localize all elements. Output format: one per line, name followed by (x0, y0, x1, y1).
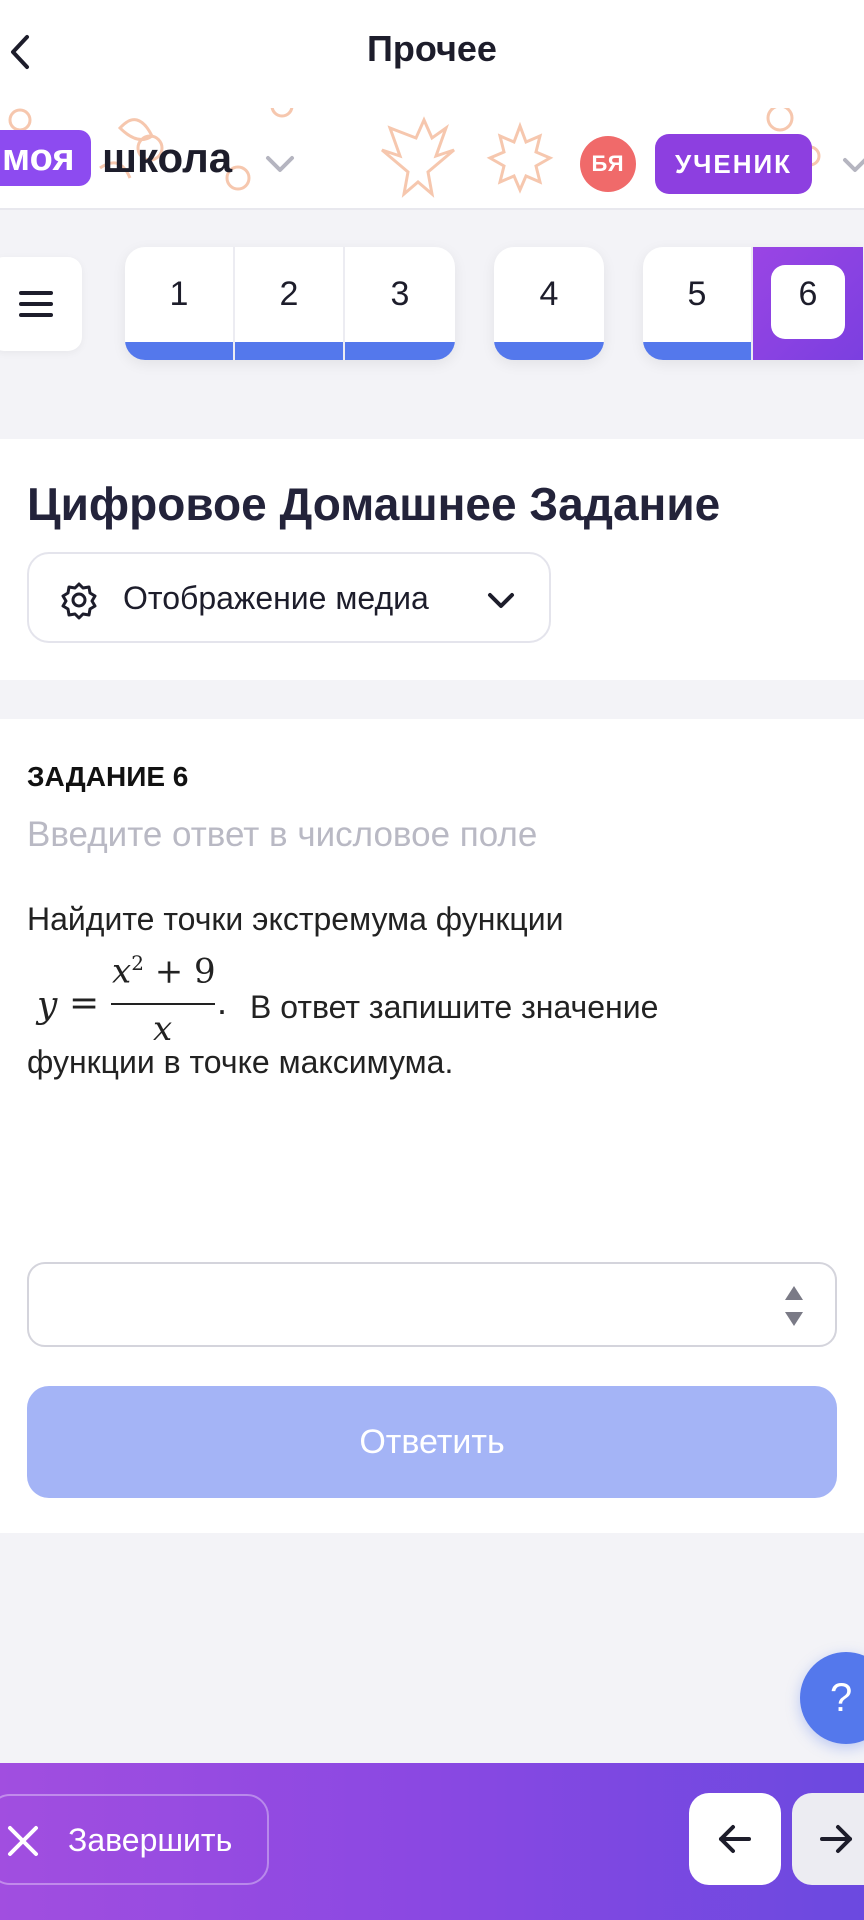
task-menu-button[interactable] (0, 257, 82, 351)
avatar[interactable]: БЯ (580, 136, 636, 192)
prev-task-button[interactable] (689, 1793, 781, 1885)
task-page-number: 5 (687, 275, 707, 313)
task-card: ЗАДАНИЕ 6 Введите ответ в числовое поле … (0, 719, 864, 1533)
brand-header: моя школа БЯ УЧЕНИК (0, 108, 864, 210)
media-display-label: Отображение медиа (123, 580, 429, 616)
task-page-4[interactable]: 4 (494, 247, 604, 360)
chevron-down-icon[interactable] (262, 150, 298, 180)
task-page-6[interactable]: 6 (753, 247, 863, 360)
task-page-number: 4 (539, 275, 559, 313)
arrow-right-icon (820, 1825, 852, 1853)
task-page-done-bar (494, 342, 604, 360)
formula-equals: = (69, 983, 100, 1024)
task-page-5[interactable]: 5 (643, 247, 753, 360)
formula-numerator-base: x (112, 951, 132, 992)
brand-logo-highlight: моя (0, 130, 91, 186)
task-hint: Введите ответ в числовое поле (27, 815, 538, 854)
help-button[interactable]: ? (800, 1652, 864, 1744)
task-page-done-bar (125, 342, 233, 360)
task-pager-group: 1 2 3 (125, 247, 455, 360)
formula-numerator-rest: + 9 (143, 951, 216, 992)
homework-card: Цифровое Домашнее Задание Отображение ме… (0, 439, 864, 680)
homework-title: Цифровое Домашнее Задание (27, 478, 721, 530)
formula-denominator: x (153, 1009, 173, 1049)
page-title: Прочее (367, 28, 497, 69)
task-page-3[interactable]: 3 (345, 247, 455, 360)
task-page-1[interactable]: 1 (125, 247, 235, 360)
task-page-number: 6 (798, 275, 818, 313)
media-display-dropdown[interactable]: Отображение медиа (27, 552, 551, 643)
arrow-left-icon (719, 1825, 751, 1853)
formula-numerator: x2 + 9 (112, 951, 216, 991)
task-page-number: 2 (279, 275, 299, 313)
top-nav-bar: Прочее (0, 0, 864, 108)
task-heading: ЗАДАНИЕ 6 (27, 761, 189, 792)
bottom-action-bar: Завершить (0, 1763, 864, 1920)
task-formula: y = x2 + 9 x . В ответ запишите значение (27, 951, 837, 1051)
formula-numerator-exp: 2 (131, 951, 144, 975)
gear-icon (61, 582, 97, 620)
brand-logo-text: школа (102, 134, 233, 181)
finish-button[interactable]: Завершить (0, 1794, 269, 1885)
answer-input[interactable] (49, 1282, 753, 1330)
next-task-button[interactable] (792, 1793, 864, 1885)
task-pager-group: 4 (494, 247, 604, 360)
task-pager-group: 5 6 (643, 247, 863, 360)
submit-answer-button[interactable]: Ответить (27, 1386, 837, 1498)
task-page-done-bar (235, 342, 343, 360)
hamburger-icon (19, 291, 53, 317)
task-text-line3: функции в точке максимума. (27, 1044, 454, 1080)
task-page-done-bar (643, 342, 751, 360)
formula-fraction-line (111, 1003, 215, 1005)
task-text-line2: В ответ запишите значение (250, 989, 659, 1025)
formula-lhs: y (37, 985, 58, 1026)
chevron-down-icon[interactable] (840, 152, 864, 180)
stepper-icon[interactable] (783, 1284, 805, 1328)
role-badge[interactable]: УЧЕНИК (655, 134, 812, 194)
task-page-done-bar (345, 342, 455, 360)
task-page-number: 1 (169, 275, 189, 313)
chevron-down-icon (488, 593, 514, 608)
close-icon (8, 1826, 38, 1856)
task-page-2[interactable]: 2 (235, 247, 345, 360)
formula-dot: . (217, 981, 228, 1022)
answer-number-field[interactable] (27, 1262, 837, 1347)
task-page-number: 3 (390, 275, 410, 313)
task-text-line1: Найдите точки экстремума функции (27, 901, 564, 937)
finish-button-label: Завершить (68, 1822, 233, 1858)
